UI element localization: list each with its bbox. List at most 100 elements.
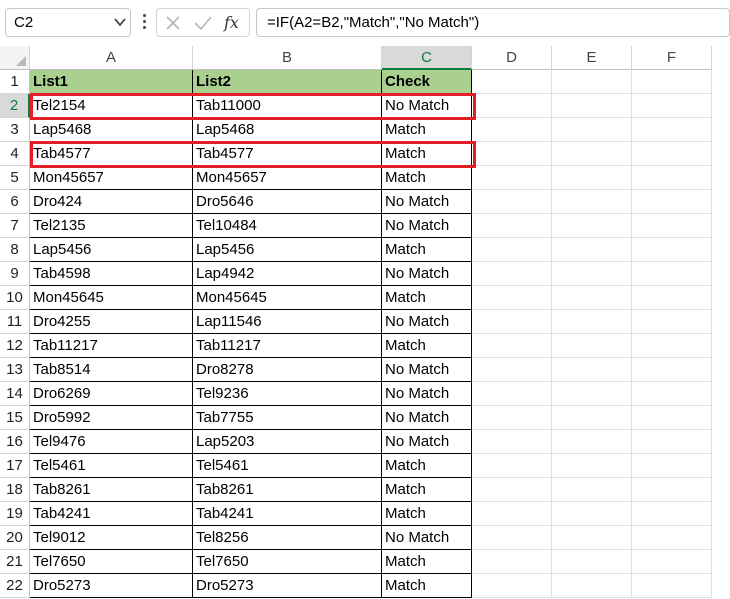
cell-a9[interactable]: Tab4598 [30,262,193,286]
row-header-8[interactable]: 8 [0,238,30,262]
row-header-16[interactable]: 16 [0,430,30,454]
cell-c8[interactable]: Match [382,238,472,262]
cell-e12[interactable] [552,334,632,358]
cell-f17[interactable] [632,454,712,478]
cell-b12[interactable]: Tab11217 [193,334,382,358]
column-header-a[interactable]: A [30,46,193,70]
row-header-1[interactable]: 1 [0,70,30,94]
cell-d6[interactable] [472,190,552,214]
cell-f18[interactable] [632,478,712,502]
column-header-e[interactable]: E [552,46,632,70]
cell-f19[interactable] [632,502,712,526]
row-header-7[interactable]: 7 [0,214,30,238]
cell-a21[interactable]: Tel7650 [30,550,193,574]
cell-a6[interactable]: Dro424 [30,190,193,214]
cell-b21[interactable]: Tel7650 [193,550,382,574]
row-header-17[interactable]: 17 [0,454,30,478]
cell-c15[interactable]: No Match [382,406,472,430]
cell-c16[interactable]: No Match [382,430,472,454]
cell-f9[interactable] [632,262,712,286]
cell-f21[interactable] [632,550,712,574]
row-header-3[interactable]: 3 [0,118,30,142]
cell-b14[interactable]: Tel9236 [193,382,382,406]
column-header-c[interactable]: C [382,46,472,70]
cell-b4[interactable]: Tab4577 [193,142,382,166]
cell-b22[interactable]: Dro5273 [193,574,382,598]
cell-b20[interactable]: Tel8256 [193,526,382,550]
cell-f22[interactable] [632,574,712,598]
cell-a10[interactable]: Mon45645 [30,286,193,310]
cell-d19[interactable] [472,502,552,526]
cell-b5[interactable]: Mon45657 [193,166,382,190]
cell-d9[interactable] [472,262,552,286]
cell-a18[interactable]: Tab8261 [30,478,193,502]
cell-d1[interactable] [472,70,552,94]
cell-e9[interactable] [552,262,632,286]
row-header-10[interactable]: 10 [0,286,30,310]
cell-c20[interactable]: No Match [382,526,472,550]
cell-a13[interactable]: Tab8514 [30,358,193,382]
cell-c6[interactable]: No Match [382,190,472,214]
header-cell[interactable]: List1 [30,70,193,94]
cell-d20[interactable] [472,526,552,550]
cell-a8[interactable]: Lap5456 [30,238,193,262]
cell-e17[interactable] [552,454,632,478]
cell-e3[interactable] [552,118,632,142]
row-header-4[interactable]: 4 [0,142,30,166]
row-header-14[interactable]: 14 [0,382,30,406]
row-header-9[interactable]: 9 [0,262,30,286]
cell-c14[interactable]: No Match [382,382,472,406]
cell-a19[interactable]: Tab4241 [30,502,193,526]
cell-a2[interactable]: Tel2154 [30,94,193,118]
cell-e10[interactable] [552,286,632,310]
row-header-13[interactable]: 13 [0,358,30,382]
enter-check-icon[interactable] [193,15,213,31]
cell-d21[interactable] [472,550,552,574]
cell-a14[interactable]: Dro6269 [30,382,193,406]
cell-e6[interactable] [552,190,632,214]
select-all-button[interactable] [0,46,30,70]
header-cell[interactable]: List2 [193,70,382,94]
cell-f1[interactable] [632,70,712,94]
cell-f10[interactable] [632,286,712,310]
cell-d11[interactable] [472,310,552,334]
cell-f6[interactable] [632,190,712,214]
cell-b18[interactable]: Tab8261 [193,478,382,502]
name-box[interactable]: C2 [5,8,131,37]
header-cell[interactable]: Check [382,70,472,94]
cell-d14[interactable] [472,382,552,406]
cell-e19[interactable] [552,502,632,526]
row-header-15[interactable]: 15 [0,406,30,430]
cell-b11[interactable]: Lap11546 [193,310,382,334]
cell-a17[interactable]: Tel5461 [30,454,193,478]
cell-e20[interactable] [552,526,632,550]
cell-e22[interactable] [552,574,632,598]
row-header-2[interactable]: 2 [0,94,30,118]
cell-a4[interactable]: Tab4577 [30,142,193,166]
cell-a22[interactable]: Dro5273 [30,574,193,598]
cell-e21[interactable] [552,550,632,574]
cell-b16[interactable]: Lap5203 [193,430,382,454]
cell-e15[interactable] [552,406,632,430]
cell-e18[interactable] [552,478,632,502]
cell-c9[interactable]: No Match [382,262,472,286]
cell-f12[interactable] [632,334,712,358]
column-header-d[interactable]: D [472,46,552,70]
cell-e8[interactable] [552,238,632,262]
cell-a12[interactable]: Tab11217 [30,334,193,358]
cell-d8[interactable] [472,238,552,262]
column-header-f[interactable]: F [632,46,712,70]
cell-b10[interactable]: Mon45645 [193,286,382,310]
cell-e13[interactable] [552,358,632,382]
cell-f11[interactable] [632,310,712,334]
cell-f5[interactable] [632,166,712,190]
cell-b17[interactable]: Tel5461 [193,454,382,478]
row-header-22[interactable]: 22 [0,574,30,598]
cell-c21[interactable]: Match [382,550,472,574]
cell-d12[interactable] [472,334,552,358]
cell-d3[interactable] [472,118,552,142]
cell-c18[interactable]: Match [382,478,472,502]
cell-a16[interactable]: Tel9476 [30,430,193,454]
row-header-18[interactable]: 18 [0,478,30,502]
cell-d7[interactable] [472,214,552,238]
